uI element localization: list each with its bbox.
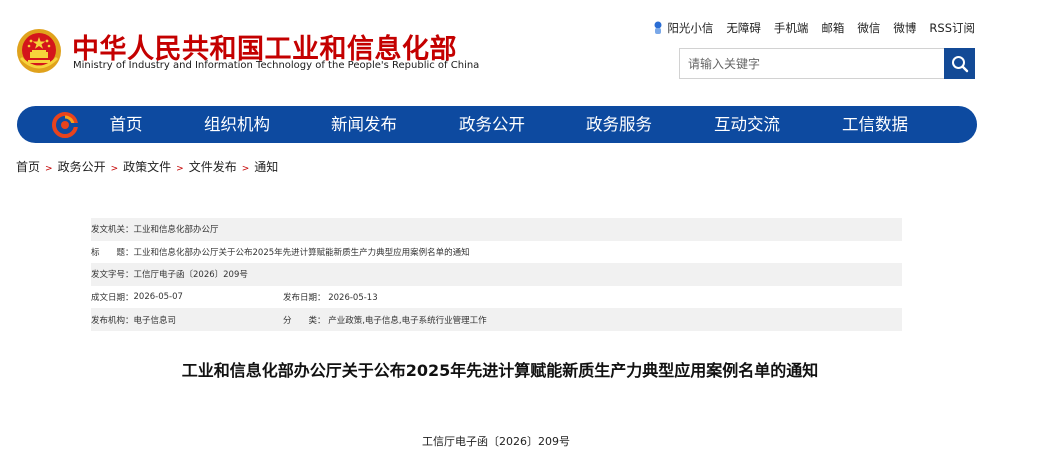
issuer-value: 工业和信息化部办公厅	[133, 225, 219, 236]
category: 分 类： 产业政策,电子信息,电子系统行业管理工作	[283, 314, 487, 326]
national-emblem-icon[interactable]	[16, 28, 62, 74]
main-nav: 首页 组织机构 新闻发布 政务公开 政务服务 互动交流 工信数据	[17, 106, 977, 143]
nav-news[interactable]: 新闻发布	[331, 106, 397, 143]
nav-government-affairs[interactable]: 政务公开	[459, 106, 525, 143]
breadcrumb-separator: >	[176, 164, 184, 174]
top-link-accessibility[interactable]: 无障碍	[726, 20, 761, 36]
breadcrumb-gov-affairs[interactable]: 政务公开	[58, 160, 106, 174]
docno-label: 发文字号：	[91, 270, 134, 281]
document-number: 工信厅电子函〔2026〕209号	[422, 435, 570, 448]
top-link-rss[interactable]: RSS订阅	[929, 20, 975, 36]
info-row-title: 标 题： 工业和信息化部办公厅关于公布2025年先进计算赋能新质生产力典型应用案…	[91, 241, 902, 264]
category-label: 分 类：	[283, 315, 326, 326]
breadcrumb-policy[interactable]: 政策文件	[123, 160, 171, 174]
nav-home[interactable]: 首页	[110, 106, 143, 143]
written-date-value: 2026-05-07	[133, 292, 183, 303]
breadcrumb-separator: >	[241, 164, 250, 174]
published-date-value: 2026-05-13	[328, 293, 378, 304]
title-label: 标 题：	[91, 247, 134, 258]
agency-value: 电子信息司	[133, 315, 177, 326]
top-link-label: 阳光小信	[667, 21, 714, 35]
top-link-mobile[interactable]: 手机端	[774, 20, 809, 36]
info-row-issuer: 发文机关： 工业和信息化部办公厅	[91, 218, 902, 241]
search-icon	[951, 55, 968, 72]
breadcrumb-home[interactable]: 首页	[16, 160, 40, 174]
issuer-label: 发文机关：	[91, 225, 134, 236]
info-row-docno: 发文字号： 工信厅电子函〔2026〕209号	[91, 263, 902, 286]
breadcrumb-separator: >	[45, 164, 53, 174]
published-date: 发布日期： 2026-05-13	[283, 291, 378, 303]
top-link-weibo[interactable]: 微博	[893, 20, 916, 36]
title-value: 工业和信息化部办公厅关于公布2025年先进计算赋能新质生产力典型应用案例名单的通…	[133, 247, 470, 258]
breadcrumb-separator: >	[110, 164, 119, 174]
info-row-dates: 成文日期： 2026-05-07 发布日期： 2026-05-13	[91, 286, 902, 309]
search-input[interactable]	[680, 49, 958, 78]
breadcrumb-releases[interactable]: 文件发布	[189, 160, 237, 174]
breadcrumb-notice[interactable]: 通知	[254, 160, 278, 174]
docno-value: 工信厅电子函〔2026〕209号	[133, 270, 248, 281]
category-value: 产业政策,电子信息,电子系统行业管理工作	[328, 315, 487, 326]
search-box	[679, 48, 975, 79]
nav-government-services[interactable]: 政务服务	[586, 106, 652, 143]
top-link-mail[interactable]: 邮箱	[821, 20, 844, 36]
nav-data[interactable]: 工信数据	[842, 106, 908, 143]
mascot-icon	[654, 21, 662, 34]
info-row-agency: 发布机构： 电子信息司 分 类： 产业政策,电子信息,电子系统行业管理工作	[91, 308, 902, 331]
top-link-sunshine[interactable]: 阳光小信	[652, 20, 713, 36]
nav-organization[interactable]: 组织机构	[204, 106, 270, 143]
top-link-wechat[interactable]: 微信	[857, 20, 880, 36]
written-date-label: 成文日期：	[91, 293, 134, 304]
document-heading: 工业和信息化部办公厅关于公布2025年先进计算赋能新质生产力典型应用案例名单的通…	[181, 361, 819, 380]
published-date-label: 发布日期：	[283, 293, 326, 304]
site-title-en: Ministry of Industry and Information Tec…	[73, 60, 480, 71]
document-info-table: 发文机关： 工业和信息化部办公厅 标 题： 工业和信息化部办公厅关于公布2025…	[91, 218, 902, 331]
top-links: 阳光小信 无障碍 手机端 邮箱 微信 微博 RSS订阅	[652, 20, 975, 36]
ministry-logo-icon[interactable]	[52, 112, 78, 138]
search-button[interactable]	[944, 48, 975, 79]
breadcrumb: 首页 > 政务公开 > 政策文件 > 文件发布 > 通知	[16, 158, 278, 175]
nav-interaction[interactable]: 互动交流	[714, 106, 780, 143]
agency-label: 发布机构：	[91, 315, 134, 326]
